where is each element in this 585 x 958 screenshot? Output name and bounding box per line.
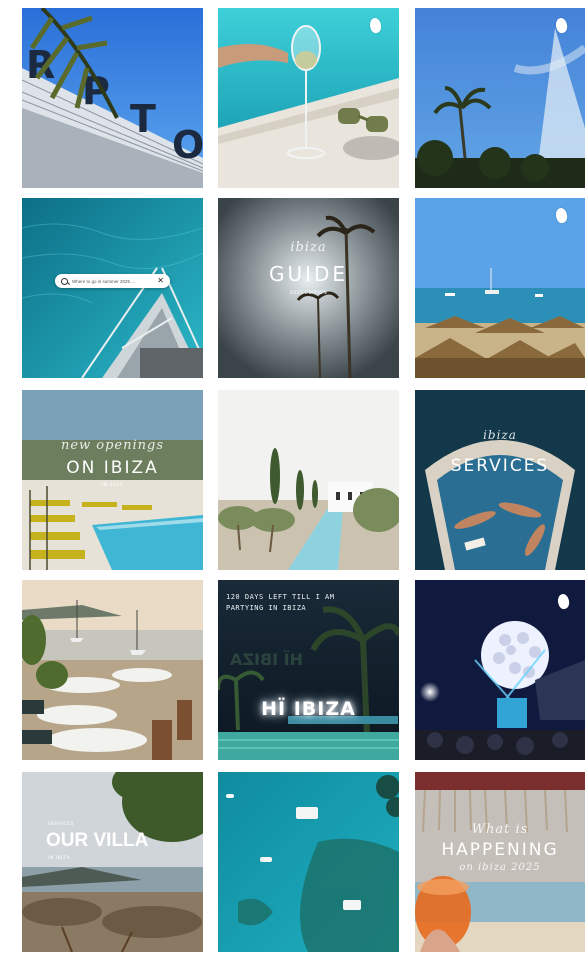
days-left-caption: 120 DAYS LEFT TILL I AM PARTYING IN IBIZ… (226, 592, 346, 614)
beach-umbrellas-image (415, 198, 585, 378)
tile-concert-lights[interactable] (415, 580, 585, 760)
happening-script-top: What is (471, 822, 529, 837)
tile-wine-glass-pool[interactable] (218, 8, 399, 188)
villa-garden-image (218, 390, 399, 570)
days-left-line1: 120 DAYS LEFT TILL I AM (226, 593, 335, 601)
services-script: ibiza (483, 428, 517, 442)
tile-palm-sky[interactable] (415, 8, 585, 188)
openings-title: ON IBIZA (66, 458, 159, 478)
villa-small-bottom: IN IBIZA (48, 856, 71, 861)
wine-glass-image (218, 8, 399, 188)
tile-whats-happening[interactable]: What is HAPPENING on ibiza 2025 (415, 772, 585, 952)
guide-cover-image (218, 198, 399, 378)
boat-deck-image (22, 198, 203, 378)
guide-script: ibiza (290, 240, 327, 255)
days-left-line2: PARTYING IN IBIZA (226, 604, 307, 612)
search-bar[interactable]: Where to go in summer 2025 ... ✕ (55, 274, 170, 288)
pool-loungers-image (22, 390, 203, 570)
hi-ibiza-mirror-text: HÏ IBIZA (230, 650, 303, 669)
tile-villa-pool-cypress[interactable] (218, 390, 399, 570)
tile-ibiza-guide[interactable]: ibiza GUIDE 2025 EDITION (218, 198, 399, 378)
airport-sign-image: RPTO (22, 8, 203, 188)
guide-subtitle: 2025 EDITION (289, 291, 328, 296)
tile-our-villa[interactable]: SERVICES OUR VILLA IN IBIZA (22, 772, 203, 952)
guide-title: GUIDE (268, 262, 349, 286)
villa-title: OUR VILLA (46, 830, 149, 851)
happening-title: HAPPENING (441, 840, 559, 860)
svg-text:T: T (130, 97, 156, 141)
search-icon (61, 277, 68, 285)
tile-beach-umbrellas[interactable] (415, 198, 585, 378)
hi-ibiza-sign: HÏ IBIZA (261, 698, 356, 720)
villa-small-top: SERVICES (48, 822, 74, 827)
tile-aerial-sea[interactable] (218, 772, 399, 952)
tile-boat-search[interactable]: Where to go in summer 2025 ... ✕ (22, 198, 203, 378)
seaside-restaurant-image (22, 580, 203, 760)
tile-hi-ibiza[interactable]: 120 DAYS LEFT TILL I AM PARTYING IN IBIZ… (218, 580, 399, 760)
services-title: SERVICES (450, 456, 550, 476)
close-icon[interactable]: ✕ (157, 277, 164, 285)
openings-script: new openings (60, 438, 165, 453)
villa-coast-image (22, 772, 203, 952)
boat-sunbathers-image (415, 390, 585, 570)
tile-new-openings[interactable]: new openings ON IBIZA IN 2025 (22, 390, 203, 570)
svg-text:R: R (26, 43, 55, 87)
happening-script-bottom: on ibiza 2025 (459, 862, 541, 873)
search-placeholder: Where to go in summer 2025 ... (72, 278, 136, 284)
tile-airport-sign[interactable]: RPTO (22, 8, 203, 188)
svg-text:O: O (172, 123, 203, 167)
tile-seaside-terrace[interactable] (22, 580, 203, 760)
aerial-sea-image (218, 772, 399, 952)
tile-ibiza-services[interactable]: ibiza SERVICES (415, 390, 585, 570)
palm-sky-image (415, 8, 585, 188)
photo-grid: RPTO Where to go in summer 2025 ... ✕ ib… (0, 0, 585, 958)
openings-subtitle: IN 2025 (101, 483, 124, 488)
